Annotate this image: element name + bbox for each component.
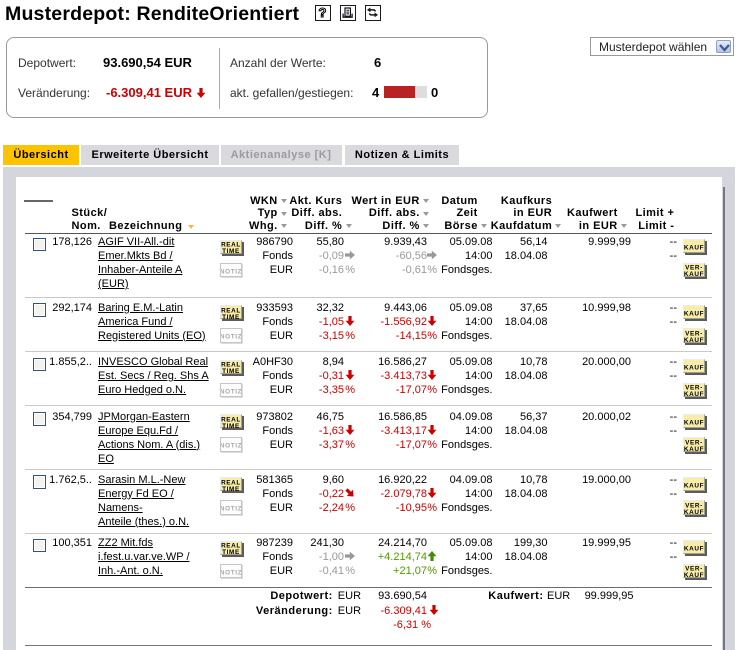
svg-text:KAUF: KAUF [684, 391, 704, 397]
svg-text:KAUF: KAUF [684, 245, 704, 252]
svg-text:KAUF: KAUF [684, 336, 704, 342]
svg-text:KAUF: KAUF [684, 419, 704, 426]
svg-text:KAUF: KAUF [684, 365, 704, 372]
svg-text:?: ? [319, 6, 327, 19]
svg-text:KAUF: KAUF [684, 546, 704, 553]
svg-text:KAUF: KAUF [684, 572, 704, 578]
svg-text:KAUF: KAUF [684, 271, 704, 277]
svg-text:KAUF: KAUF [684, 482, 704, 489]
svg-text:KAUF: KAUF [684, 445, 704, 451]
svg-text:KAUF: KAUF [684, 508, 704, 514]
svg-text:KAUF: KAUF [684, 310, 704, 317]
